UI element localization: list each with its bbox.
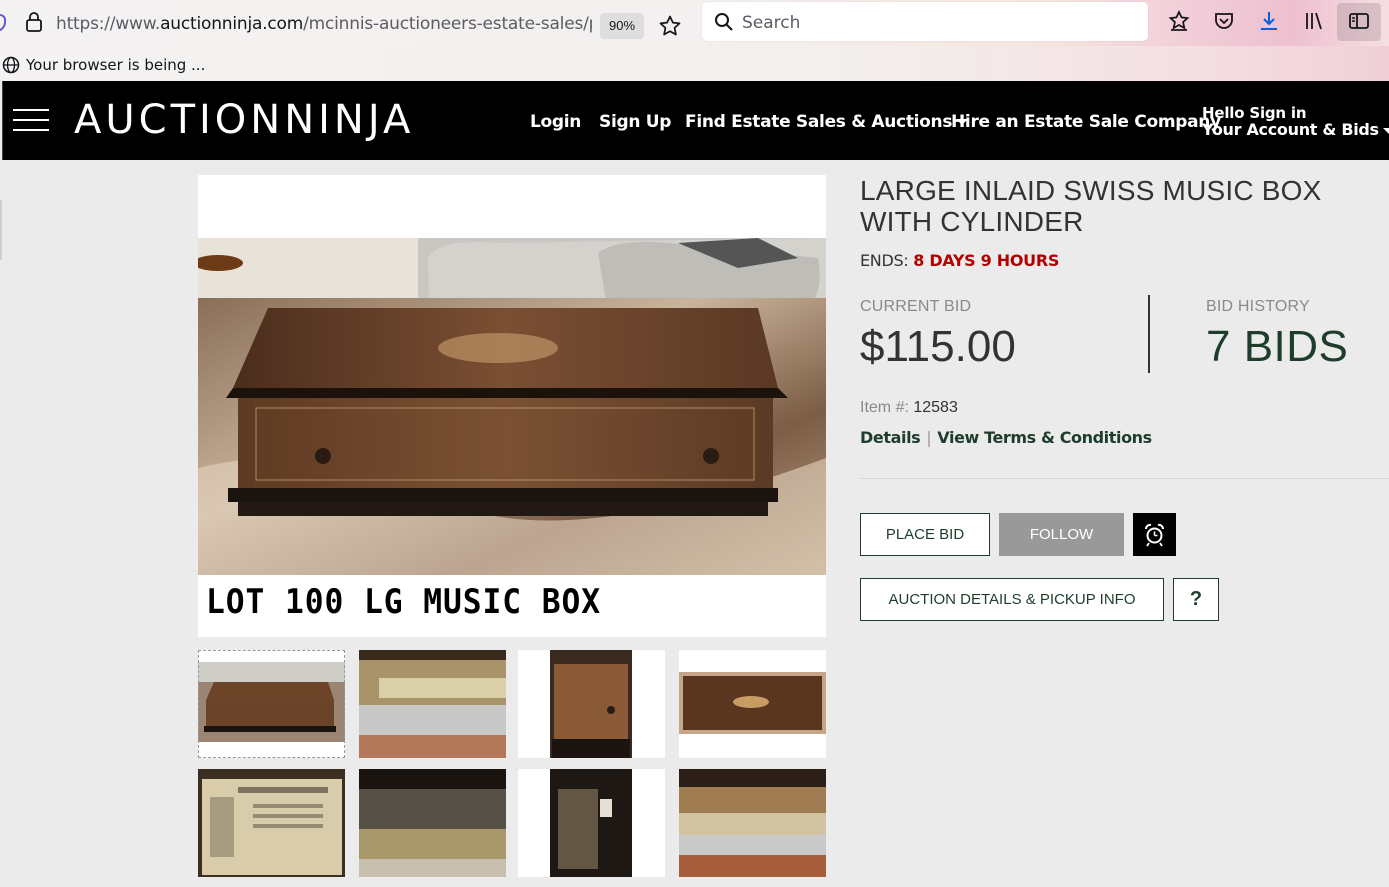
- tracking-shield-icon[interactable]: [0, 14, 6, 32]
- nav-signup[interactable]: Sign Up: [599, 112, 671, 132]
- bid-history-count[interactable]: 7 BIDS: [1206, 322, 1348, 372]
- url-prefix: https://www.: [56, 14, 161, 34]
- account-greeting: Hello Sign in: [1202, 104, 1307, 122]
- alarm-clock-button[interactable]: [1133, 513, 1176, 556]
- thumbnail-image: [518, 650, 665, 758]
- auction-details-button[interactable]: AUCTION DETAILS & PICKUP INFO: [860, 578, 1164, 621]
- item-number: Item #: 12583: [860, 399, 958, 417]
- browser-notice-bar: Your browser is being ...: [0, 46, 1389, 81]
- current-bid-label: CURRENT BID: [860, 298, 972, 315]
- globe-icon: [2, 56, 20, 74]
- bid-divider: [1148, 295, 1150, 373]
- music-box-photo[interactable]: [198, 238, 826, 575]
- thumbnail-8[interactable]: [679, 769, 826, 877]
- thumbnail-4[interactable]: [679, 650, 826, 758]
- account-bids-link: Your Account & Bids: [1202, 121, 1389, 139]
- thumbnail-image: [518, 769, 665, 877]
- browser-toolbar: https://www.auctionninja.com/mcinnis-auc…: [0, 0, 1389, 46]
- lot-caption: LOT 100 LG MUSIC BOX: [206, 582, 602, 622]
- thumbnail-6[interactable]: [359, 769, 506, 877]
- ends-value: 8 DAYS 9 HOURS: [913, 251, 1060, 270]
- photo-illustration: [198, 238, 826, 575]
- thumbnail-7[interactable]: [518, 769, 665, 877]
- product-title: LARGE INLAID SWISS MUSIC BOX WITH CYLIND…: [860, 175, 1322, 237]
- thumbnail-image: [359, 769, 506, 877]
- bookmarks-star-icon[interactable]: [1167, 9, 1191, 33]
- main-image-card[interactable]: LOT 100 LG MUSIC BOX: [198, 175, 826, 637]
- lock-icon[interactable]: [25, 12, 43, 32]
- auction-end-time: ENDS: 8 DAYS 9 HOURS: [860, 251, 1059, 270]
- bid-history-label: BID HISTORY: [1206, 298, 1310, 315]
- thumbnail-image: [198, 769, 345, 877]
- url-text[interactable]: https://www.auctionninja.com/mcinnis-auc…: [56, 14, 592, 34]
- sidebar-icon: [1349, 13, 1369, 29]
- divider: [860, 478, 1389, 479]
- remote-control-notice[interactable]: Your browser is being ...: [26, 56, 205, 74]
- hamburger-menu-icon[interactable]: [13, 109, 49, 131]
- logo-wordmark: AUCTIONNINJA: [74, 97, 414, 143]
- thumbnail-5[interactable]: [198, 769, 345, 877]
- thumbnail-3[interactable]: [518, 650, 665, 758]
- nav-hire-company[interactable]: Hire an Estate Sale Company: [951, 112, 1221, 132]
- nav-find-sales-label: Find Estate Sales & Auctions: [685, 112, 953, 132]
- nav-find-sales[interactable]: Find Estate Sales & Auctions: [685, 112, 969, 132]
- bookmark-star-icon[interactable]: [658, 14, 682, 38]
- address-bar[interactable]: https://www.auctionninja.com/mcinnis-auc…: [0, 4, 692, 40]
- alarm-clock-icon: [1145, 523, 1164, 547]
- search-placeholder: Search: [742, 13, 801, 33]
- caret-down-icon: [1382, 127, 1389, 134]
- help-button[interactable]: ?: [1173, 578, 1219, 621]
- side-edge: [0, 200, 2, 260]
- zoom-level-badge[interactable]: 90%: [600, 13, 644, 39]
- thumbnail-image: [679, 650, 826, 758]
- thumbnail-image: [359, 650, 506, 758]
- pocket-icon[interactable]: [1212, 9, 1236, 33]
- nav-login[interactable]: Login: [530, 112, 581, 132]
- auctionninja-logo[interactable]: AUCTIONNINJA: [74, 97, 460, 151]
- svg-text:AUCTIONNINJA: AUCTIONNINJA: [74, 97, 414, 141]
- account-menu[interactable]: Hello Sign in Your Account & Bids: [1202, 105, 1389, 139]
- place-bid-button[interactable]: PLACE BID: [860, 513, 990, 556]
- terms-link[interactable]: View Terms & Conditions: [937, 428, 1152, 447]
- url-host: auctionninja.com: [160, 14, 304, 34]
- ends-label: ENDS:: [860, 251, 909, 270]
- browser-search-box[interactable]: Search: [702, 2, 1148, 41]
- item-number-label: Item #:: [860, 399, 909, 416]
- url-path: /mcinnis-auctioneers-estate-sales/produ: [303, 14, 592, 34]
- library-icon[interactable]: [1302, 9, 1326, 33]
- item-number-value: 12583: [913, 399, 958, 416]
- download-icon[interactable]: [1257, 9, 1281, 33]
- details-link[interactable]: Details: [860, 428, 921, 447]
- thumbnail-image: [198, 650, 345, 758]
- thumbnail-2[interactable]: [359, 650, 506, 758]
- account-bids-label: Your Account & Bids: [1202, 120, 1379, 139]
- follow-button[interactable]: FOLLOW: [999, 513, 1124, 556]
- listing-links: Details | View Terms & Conditions: [860, 428, 1152, 447]
- search-icon: [715, 13, 733, 31]
- link-separator: |: [926, 428, 932, 447]
- thumbnail-1[interactable]: [198, 650, 345, 758]
- thumbnail-image: [679, 769, 826, 877]
- site-header: AUCTIONNINJA Login Sign Up Find Estate S…: [2, 81, 1389, 160]
- current-bid-value: $115.00: [860, 322, 1016, 371]
